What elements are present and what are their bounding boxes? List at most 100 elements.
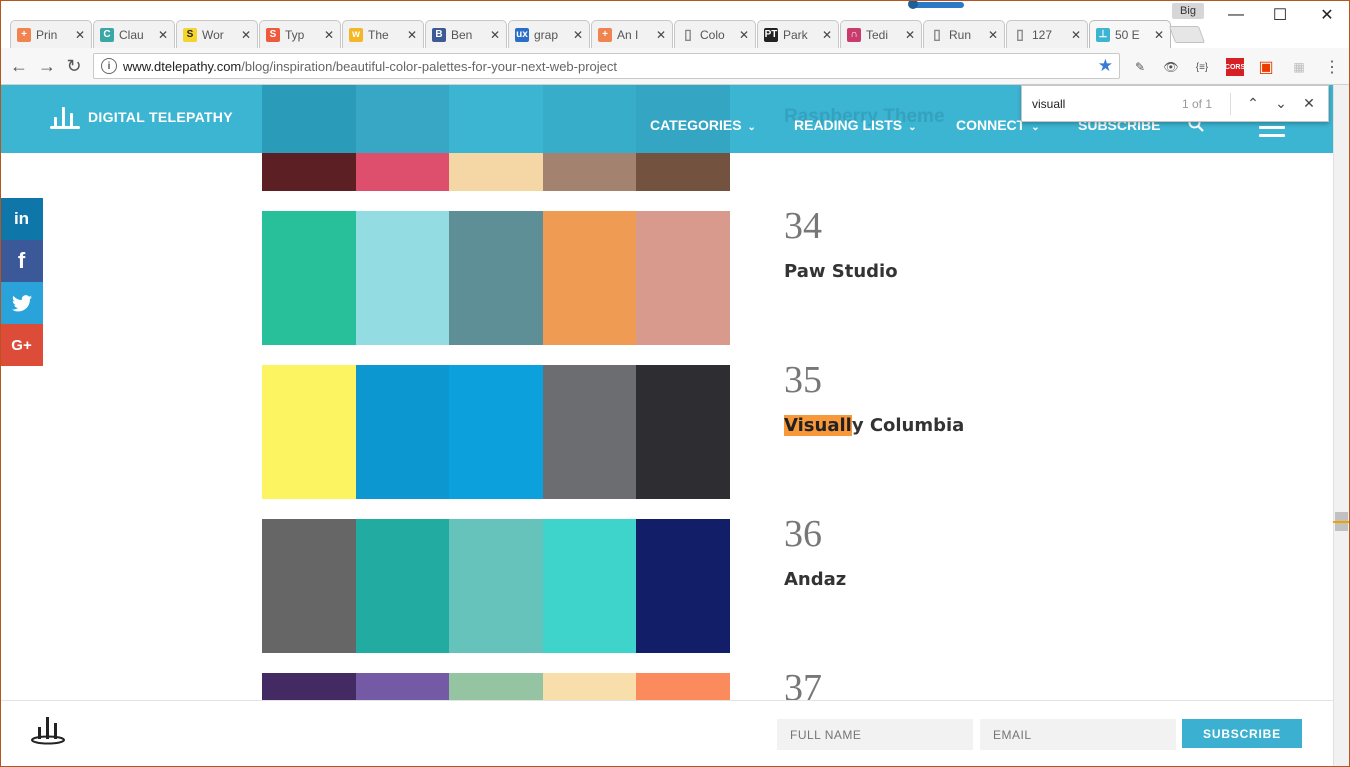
color-swatch [262, 365, 356, 499]
color-swatch [355, 85, 450, 153]
browser-tab[interactable]: ux grap ✕ [508, 20, 590, 48]
twitter-share-button[interactable] [0, 282, 43, 324]
pt-icon: PT [764, 27, 778, 42]
tab-close-icon[interactable]: ✕ [1154, 28, 1164, 42]
find-previous-icon[interactable]: ⌃ [1239, 95, 1267, 112]
chevron-down-icon: ⌄ [747, 122, 756, 133]
c-letter-icon: C [100, 27, 114, 42]
subscribe-button[interactable]: SUBSCRIBE [1182, 719, 1302, 748]
bookmark-star-icon[interactable]: ★ [1098, 56, 1113, 76]
site-info-icon[interactable]: i [101, 58, 117, 74]
color-swatch [636, 519, 730, 653]
full-name-input[interactable] [777, 719, 973, 750]
puzzle-extension-icon[interactable]: ▦ [1290, 58, 1308, 76]
find-next-icon[interactable]: ⌄ [1267, 95, 1295, 112]
color-swatch [449, 211, 543, 345]
tab-close-icon[interactable]: ✕ [822, 28, 832, 42]
address-bar[interactable]: i www.dtelepathy.com/blog/inspiration/be… [93, 53, 1120, 79]
tab-close-icon[interactable]: ✕ [739, 28, 749, 42]
cors-extension-icon[interactable]: CORS [1225, 58, 1245, 76]
tab-close-icon[interactable]: ✕ [241, 28, 251, 42]
s-letter-icon: S [183, 27, 197, 42]
tab-close-icon[interactable]: ✕ [988, 28, 998, 42]
new-tab-button[interactable] [1168, 26, 1206, 43]
tab-close-icon[interactable]: ✕ [656, 28, 666, 42]
tab-close-icon[interactable]: ✕ [407, 28, 417, 42]
palette-name-rest: y Columbia [851, 415, 965, 436]
minimize-icon[interactable]: — [1221, 4, 1251, 26]
swatch-column [355, 85, 450, 191]
linkedin-share-button[interactable]: in [0, 198, 43, 240]
tab-title: Tedi [866, 27, 889, 42]
palette-name[interactable]: Paw Studio [784, 261, 898, 282]
back-icon[interactable]: ← [8, 55, 30, 77]
nav-reading-lists[interactable]: READING LISTS ⌄ [794, 117, 917, 133]
color-swatch [355, 153, 450, 191]
color-swatch [262, 519, 356, 653]
palette-name[interactable]: Visually Columbia [784, 415, 964, 436]
browser-tab[interactable]: ▯ Colo ✕ [674, 20, 756, 48]
browser-tab[interactable]: C Clau ✕ [93, 20, 175, 48]
browser-tab[interactable]: ▯ 127 ✕ [1006, 20, 1088, 48]
browser-tab[interactable]: ▯ Run ✕ [923, 20, 1005, 48]
eyedropper-extension-icon[interactable]: ✎ [1131, 58, 1149, 76]
palette-33-swatches [262, 85, 730, 191]
forward-icon[interactable]: → [36, 55, 58, 77]
browser-tab[interactable]: S Wor ✕ [176, 20, 258, 48]
url-text[interactable]: www.dtelepathy.com/blog/inspiration/beau… [123, 59, 1098, 74]
browser-tab[interactable]: + Prin ✕ [10, 20, 92, 48]
close-window-icon[interactable]: ✕ [1312, 4, 1342, 26]
reload-icon[interactable]: ↻ [63, 55, 85, 77]
color-swatch [636, 673, 730, 700]
palette-name[interactable]: Andaz [784, 569, 846, 590]
footer-logo-icon[interactable] [30, 717, 66, 745]
swatch-column [449, 85, 543, 191]
googleplus-share-button[interactable]: G+ [0, 324, 43, 366]
tab-close-icon[interactable]: ✕ [490, 28, 500, 42]
palette-35-swatches [262, 365, 730, 499]
browser-tab[interactable]: ∩ Tedi ✕ [840, 20, 922, 48]
url-host: www.dtelepathy.com [123, 58, 242, 74]
color-swatch [449, 365, 543, 499]
palette-number: 36 [784, 513, 822, 555]
find-input[interactable]: visuall [1032, 97, 1182, 111]
tab-close-icon[interactable]: ✕ [573, 28, 583, 42]
tab-close-icon[interactable]: ✕ [158, 28, 168, 42]
browser-tab[interactable]: ⊥ 50 E ✕ [1089, 20, 1171, 48]
arch-icon: ∩ [847, 27, 861, 42]
find-divider [1230, 92, 1231, 115]
brand-name: DIGITAL TELEPATHY [88, 109, 233, 125]
browser-tab[interactable]: B Ben ✕ [425, 20, 507, 48]
color-swatch [355, 365, 450, 499]
browser-tab[interactable]: S Typ ✕ [259, 20, 341, 48]
menu-dots-icon[interactable]: ⋮ [1323, 58, 1341, 76]
color-swatch [542, 673, 637, 700]
tab-close-icon[interactable]: ✕ [324, 28, 334, 42]
tab-close-icon[interactable]: ✕ [905, 28, 915, 42]
browser-tab[interactable]: + An I ✕ [591, 20, 673, 48]
email-input[interactable] [980, 719, 1176, 750]
office-extension-icon[interactable]: ▣ [1257, 58, 1275, 76]
maximize-icon[interactable]: ☐ [1265, 4, 1295, 26]
plus-square-icon: + [598, 27, 612, 42]
tab-close-icon[interactable]: ✕ [1071, 28, 1081, 42]
tab-close-icon[interactable]: ✕ [75, 28, 85, 42]
profile-button[interactable]: Big [1172, 3, 1204, 19]
color-swatch [542, 85, 637, 153]
browser-tab[interactable]: w The ✕ [342, 20, 424, 48]
find-close-icon[interactable]: ✕ [1295, 95, 1323, 112]
s-letter-icon: S [266, 27, 280, 42]
site-logo[interactable]: DIGITAL TELEPATHY [50, 105, 233, 129]
eye-extension-icon[interactable]: 👁 [1162, 58, 1180, 76]
tab-title: Colo [700, 27, 725, 42]
tab-title: 50 E [1115, 27, 1140, 42]
color-swatch [636, 153, 730, 191]
json-extension-icon[interactable]: {≡} [1193, 58, 1211, 76]
facebook-share-button[interactable]: f [0, 240, 43, 282]
chevron-down-icon: ⌄ [1031, 122, 1040, 133]
nav-categories[interactable]: CATEGORIES ⌄ [650, 117, 756, 133]
browser-tab[interactable]: PT Park ✕ [757, 20, 839, 48]
page-scrollbar[interactable] [1333, 85, 1350, 767]
color-swatch [355, 211, 450, 345]
find-highlight: Visuall [784, 415, 852, 436]
